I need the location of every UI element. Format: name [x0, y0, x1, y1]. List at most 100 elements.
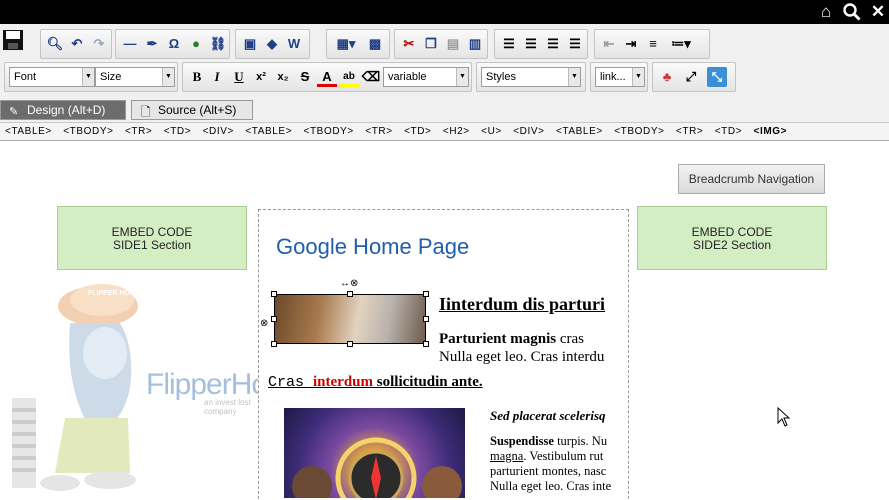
tab-source-label: Source (Alt+S)	[158, 103, 237, 117]
breadcrumb-tag[interactable]: <U>	[481, 126, 502, 137]
styles-select[interactable]: Styles ▼	[481, 67, 581, 87]
resize-handle[interactable]	[423, 341, 429, 347]
toolbar-group-clipboard: ✂ ❐ ▤ ▥	[394, 29, 488, 59]
paste-text-icon[interactable]: ▥	[465, 34, 485, 54]
rotate-handle-icon[interactable]: ↔⊗	[340, 278, 358, 289]
breadcrumb-tag[interactable]: <TBODY>	[63, 126, 113, 137]
align-right-icon[interactable]: ☰	[543, 34, 563, 54]
right-paragraph-bold: Suspendisse	[490, 434, 554, 448]
right-paragraph-link[interactable]: magna	[490, 449, 523, 463]
tab-source[interactable]: 🗋︎ Source (Alt+S)	[131, 100, 253, 120]
toolbar-group-font: Font ▼ Size ▼	[4, 62, 178, 92]
search-icon[interactable]	[842, 2, 862, 22]
breadcrumb-tag-current[interactable]: <IMG>	[754, 126, 788, 137]
breadcrumb-tag[interactable]: <TD>	[164, 126, 191, 137]
save-icon[interactable]	[2, 29, 24, 51]
cut-icon[interactable]: ✂	[399, 34, 419, 54]
find-icon[interactable]: 🔍︎	[45, 34, 65, 54]
paragraph-bold: Parturient magnis	[439, 331, 557, 347]
italic-icon[interactable]: I	[207, 67, 227, 87]
breadcrumb-tag[interactable]: <H2>	[443, 126, 470, 137]
content-region[interactable]: Google Home Page ↔⊗ ⊗ Iinterdum dis part…	[258, 209, 629, 500]
toolbar-group-align: ☰ ☰ ☰ ☰	[494, 29, 588, 59]
resize-handle[interactable]	[271, 291, 277, 297]
redo-icon[interactable]: ↷	[89, 34, 109, 54]
breadcrumb-tag[interactable]: <TABLE>	[245, 126, 292, 137]
breadcrumb-tag[interactable]: <TBODY>	[614, 126, 664, 137]
side1-embed-section[interactable]: EMBED CODE SIDE1 Section	[57, 206, 247, 270]
underline-icon[interactable]: U	[229, 67, 249, 87]
breadcrumb-navigation-button[interactable]: Breadcrumb Navigation	[678, 164, 825, 194]
mascot-cap-text: FLIPPER HOST	[88, 290, 139, 297]
select-all-icon[interactable]: ▩	[365, 34, 385, 54]
align-left-icon[interactable]: ☰	[499, 34, 519, 54]
word-icon[interactable]: W	[284, 34, 304, 54]
bullet-list-icon[interactable]: ≔▾	[665, 34, 697, 54]
breadcrumb-tag[interactable]: <TABLE>	[5, 126, 52, 137]
breadcrumb-tag[interactable]: <TR>	[365, 126, 392, 137]
resize-handle[interactable]	[347, 341, 353, 347]
globe-icon[interactable]: ●	[186, 34, 206, 54]
resize-handle[interactable]	[423, 291, 429, 297]
modules-icon[interactable]: ♣	[657, 67, 677, 87]
underline-text-b: sollicitudin ante.	[373, 374, 483, 390]
content-paragraph: Parturient magnis cras Nulla eget leo. C…	[439, 330, 604, 366]
bold-icon[interactable]: B	[187, 67, 207, 87]
superscript-icon[interactable]: x²	[251, 67, 271, 87]
indent-icon[interactable]: ⇥	[621, 34, 641, 54]
logo-watermark: FlipperHost an invest lost company	[146, 368, 289, 416]
link-select[interactable]: link... ▼	[595, 67, 645, 87]
paste-icon[interactable]: ▤	[443, 34, 463, 54]
outdent-icon[interactable]: ⇤	[599, 34, 619, 54]
home-icon[interactable]: ⌂	[816, 2, 836, 22]
toolbar-group-link: link... ▼	[590, 62, 648, 92]
content-heading: Iinterdum dis parturi	[439, 294, 606, 314]
preview-icon[interactable]: ⤡	[707, 67, 727, 87]
chevron-down-icon: ▼	[632, 68, 644, 86]
subscript-icon[interactable]: x₂	[273, 67, 293, 87]
resize-handle[interactable]	[271, 316, 277, 322]
breadcrumb-tag[interactable]: <TD>	[404, 126, 431, 137]
undo-icon[interactable]: ↶	[67, 34, 87, 54]
numbered-list-icon[interactable]: ≡	[643, 34, 663, 54]
tab-design-label: Design (Alt+D)	[27, 103, 106, 117]
highlight-icon[interactable]: ab	[339, 67, 359, 87]
strikethrough-icon[interactable]: S	[295, 67, 315, 87]
breadcrumb-tag[interactable]: <DIV>	[203, 126, 234, 137]
rotate-handle-icon[interactable]: ⊗	[260, 319, 270, 329]
fullscreen-icon[interactable]: ⤢	[681, 67, 701, 87]
underlined-line: Cras interdum sollicitudin ante.	[268, 374, 483, 391]
image-icon[interactable]: ▣	[240, 34, 260, 54]
align-center-icon[interactable]: ☰	[521, 34, 541, 54]
table-icon[interactable]: ▦▾	[331, 34, 361, 54]
breadcrumb-tag[interactable]: <TD>	[715, 126, 742, 137]
horizontal-rule-icon[interactable]: —	[120, 34, 140, 54]
selected-image[interactable]	[274, 294, 426, 344]
special-char-icon[interactable]: Ω	[164, 34, 184, 54]
font-select[interactable]: Font ▼	[9, 67, 95, 87]
link-select-value: link...	[600, 71, 626, 83]
tab-design[interactable]: ✎ Design (Alt+D)	[0, 100, 126, 120]
side2-embed-section[interactable]: EMBED CODE SIDE2 Section	[637, 206, 827, 270]
resize-handle[interactable]	[347, 291, 353, 297]
breadcrumb-tag[interactable]: <TR>	[676, 126, 703, 137]
justify-icon[interactable]: ☰	[565, 34, 585, 54]
copy-icon[interactable]: ❐	[421, 34, 441, 54]
close-icon[interactable]: ✕	[868, 2, 888, 22]
resize-handle[interactable]	[271, 341, 277, 347]
size-select[interactable]: Size ▼	[95, 67, 175, 87]
right-paragraph-text: turpis. Nu	[553, 434, 608, 448]
breadcrumb-tag[interactable]: <DIV>	[513, 126, 544, 137]
link-icon[interactable]: ⛓	[208, 34, 228, 54]
variable-select[interactable]: variable ▼	[383, 67, 469, 87]
breadcrumb-tag[interactable]: <TR>	[125, 126, 152, 137]
breadcrumb-tag[interactable]: <TBODY>	[304, 126, 354, 137]
flash-icon[interactable]: ◆	[262, 34, 282, 54]
font-color-icon[interactable]: A	[317, 67, 337, 87]
pen-icon[interactable]: ✒	[142, 34, 162, 54]
design-canvas[interactable]: FLIPPER HOST FlipperHost an invest lost …	[0, 142, 889, 500]
resize-handle[interactable]	[423, 316, 429, 322]
toolbar-group-table: ▦▾ ▩	[326, 29, 390, 59]
eraser-icon[interactable]: ⌫	[361, 67, 381, 87]
breadcrumb-tag[interactable]: <TABLE>	[556, 126, 603, 137]
